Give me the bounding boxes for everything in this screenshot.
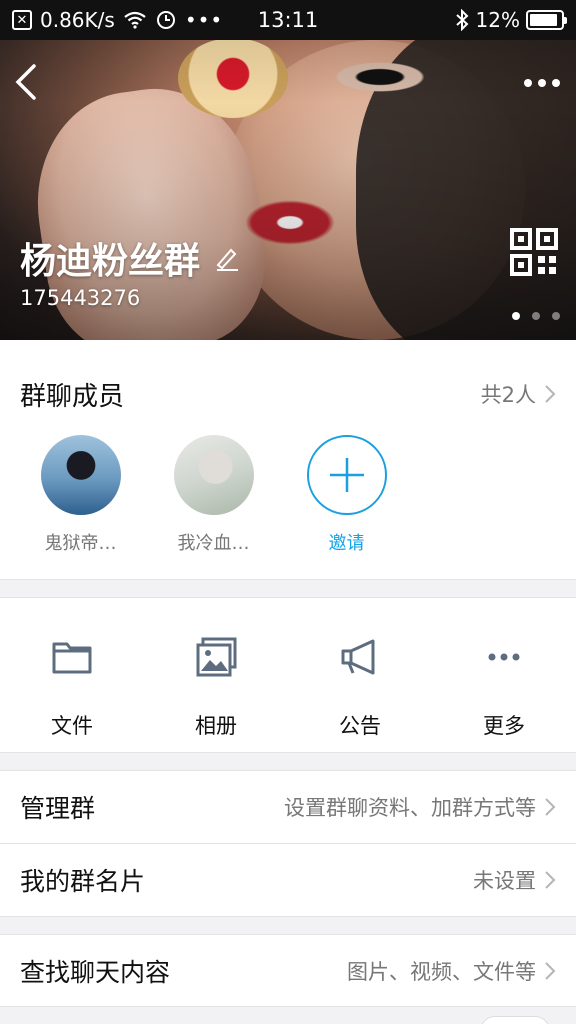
group-members-section: 群聊成员 共2人 鬼狱帝… 我冷血… 邀请 [0, 340, 576, 580]
album-button[interactable]: 相册 [144, 598, 288, 752]
add-member-circle [306, 435, 387, 515]
chevron-right-icon [545, 871, 556, 889]
member-count: 共2人 [480, 383, 536, 407]
announcement-label: 公告 [339, 714, 381, 738]
member-item[interactable]: 我冷血… [158, 435, 269, 555]
toggle-switch[interactable] [480, 1016, 550, 1024]
my-group-card-label: 我的群名片 [20, 867, 146, 896]
chevron-right-icon [545, 385, 556, 403]
page-dot [512, 312, 520, 320]
search-chat-row[interactable]: 查找聊天内容 图片、视频、文件等 [0, 934, 576, 1007]
group-name-text: 杨迪粉丝群 [20, 241, 201, 282]
group-tools-grid: 文件 相册 公告 更多 [0, 597, 576, 753]
search-chat-label: 查找聊天内容 [20, 957, 171, 987]
battery-percent: 12% [475, 8, 520, 32]
avatar [40, 435, 121, 515]
announcement-button[interactable]: 公告 [288, 598, 432, 752]
wifi-icon [124, 11, 146, 29]
status-bar: ✕ 0.86K/s ••• 13:11 12% [0, 0, 576, 40]
group-name[interactable]: 杨迪粉丝群 [20, 232, 240, 284]
chevron-right-icon [545, 798, 556, 816]
qr-code-icon[interactable] [510, 228, 558, 276]
folder-icon [52, 642, 92, 674]
members-title: 群聊成员 [20, 381, 125, 412]
album-label: 相册 [195, 714, 237, 738]
more-tools-button[interactable]: 更多 [432, 598, 576, 752]
more-label: 更多 [483, 714, 525, 738]
invite-label: 邀请 [328, 533, 365, 554]
manage-group-value: 设置群聊资料、加群方式等 [284, 796, 536, 820]
photo-page-indicator [512, 312, 560, 320]
album-icon [196, 637, 237, 677]
files-label: 文件 [51, 714, 93, 738]
edit-pencil-icon[interactable] [214, 245, 240, 271]
member-avatar-list: 鬼狱帝… 我冷血… 邀请 [0, 435, 402, 555]
alarm-icon [156, 11, 175, 29]
back-button[interactable] [12, 62, 40, 102]
network-speed: 0.86K/s [40, 8, 115, 32]
search-chat-value: 图片、视频、文件等 [347, 959, 536, 984]
group-id: 175443276 [20, 286, 141, 310]
manage-group-row[interactable]: 管理群 设置群聊资料、加群方式等 [0, 770, 576, 843]
chevron-left-icon [15, 64, 36, 100]
more-horizontal-icon [524, 79, 560, 87]
files-button[interactable]: 文件 [0, 598, 144, 752]
bluetooth-icon [455, 9, 468, 31]
chevron-right-icon [545, 961, 556, 980]
more-notifications-icon: ••• [184, 8, 224, 32]
my-group-card-value: 未设置 [473, 869, 536, 893]
battery-icon [526, 10, 567, 30]
plus-icon [329, 458, 364, 492]
manage-group-label: 管理群 [20, 794, 96, 823]
more-options-button[interactable] [522, 68, 562, 89]
avatar [173, 435, 254, 515]
my-group-card-row[interactable]: 我的群名片 未设置 [0, 844, 576, 917]
page-dot [552, 312, 560, 320]
megaphone-icon [341, 639, 375, 675]
invite-button[interactable]: 邀请 [291, 435, 402, 555]
more-icon [488, 653, 520, 661]
group-members-header[interactable]: 群聊成员 共2人 [0, 340, 576, 448]
group-profile-page: ✕ 0.86K/s ••• 13:11 12% 杨迪粉丝群 175443276 … [0, 0, 576, 1024]
no-sim-icon: ✕ [12, 10, 32, 30]
member-item[interactable]: 鬼狱帝… [25, 435, 136, 555]
member-name: 我冷血… [177, 533, 250, 554]
member-name: 鬼狱帝… [44, 533, 117, 554]
page-dot [532, 312, 540, 320]
